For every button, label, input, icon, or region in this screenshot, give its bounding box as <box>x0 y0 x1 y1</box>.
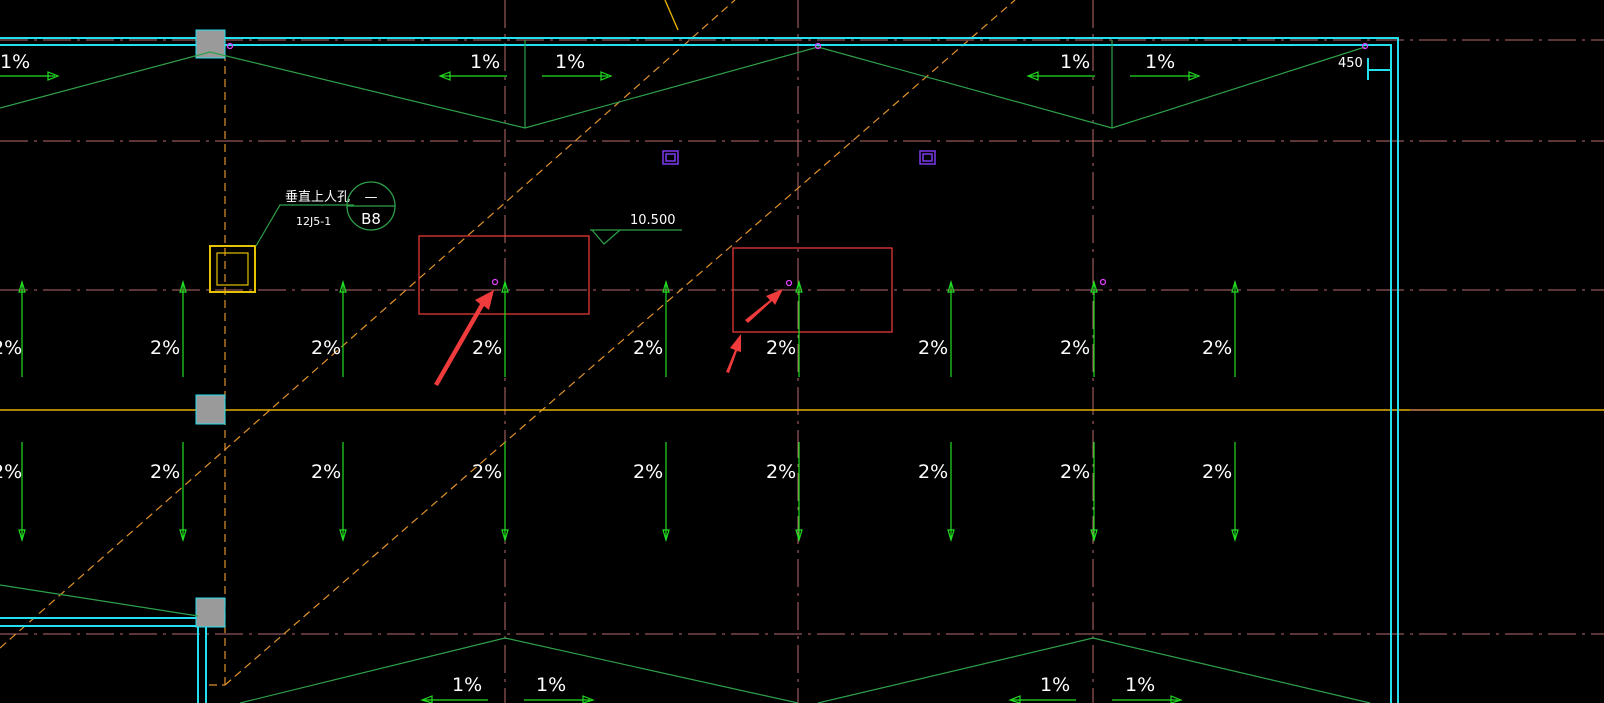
slope-r1-3: 2% <box>472 337 502 359</box>
slope-r2-1: 2% <box>150 461 180 483</box>
slope-r2-8: 2% <box>1202 461 1232 483</box>
detail-callout-top: — <box>365 190 378 205</box>
slope-bottom-1: 1% <box>536 674 566 696</box>
slope-bottom-0: 1% <box>452 674 482 696</box>
slope-r1-1: 2% <box>150 337 180 359</box>
slope-r2-6: 2% <box>918 461 948 483</box>
detail-callout: — B8 <box>346 181 396 231</box>
slope-r1-7: 2% <box>1060 337 1090 359</box>
roof-hatch-label: 垂直上人孔 <box>285 190 350 205</box>
detail-callout-bottom: B8 <box>361 210 381 228</box>
slope-bottom-3: 1% <box>1125 674 1155 696</box>
slope-r1-5: 2% <box>766 337 796 359</box>
slope-r2-2: 2% <box>311 461 341 483</box>
column-top <box>195 29 226 59</box>
slope-top-3: 1% <box>1060 51 1090 73</box>
slope-r2-4: 2% <box>633 461 663 483</box>
slope-r1-8: 2% <box>1202 337 1232 359</box>
slope-r2-7: 2% <box>1060 461 1090 483</box>
slope-top-2: 1% <box>555 51 585 73</box>
column-bottom <box>195 597 226 628</box>
slope-r1-4: 2% <box>633 337 663 359</box>
elevation-label: 10.500 <box>630 213 676 228</box>
slope-r2-3: 2% <box>472 461 502 483</box>
slope-r1-0: 2% <box>0 337 22 359</box>
dimension-label: 450 <box>1338 56 1363 71</box>
column-middle <box>195 394 226 425</box>
slope-top-1: 1% <box>470 51 500 73</box>
drawing-background <box>0 0 1604 703</box>
slope-top-0: 1% <box>0 51 30 73</box>
slope-top-4: 1% <box>1145 51 1175 73</box>
cad-drawing-canvas: 1% 1% 1% 1% 1% 450 垂直上人孔 12J5-1 — B8 10.… <box>0 0 1604 703</box>
slope-r1-6: 2% <box>918 337 948 359</box>
slope-r1-2: 2% <box>311 337 341 359</box>
slope-r2-5: 2% <box>766 461 796 483</box>
roof-hatch-ref: 12J5-1 <box>296 215 331 228</box>
slope-r2-0: 2% <box>0 461 22 483</box>
slope-bottom-2: 1% <box>1040 674 1070 696</box>
